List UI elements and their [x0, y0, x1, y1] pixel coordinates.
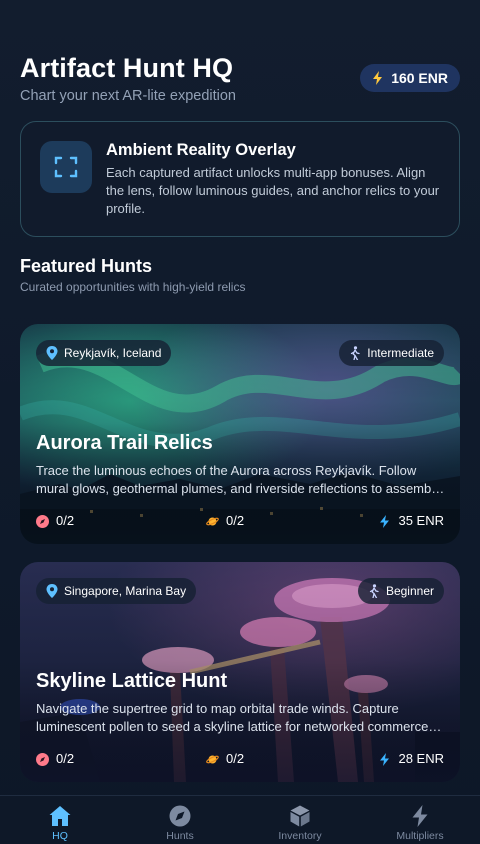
- compass-icon: [169, 805, 191, 827]
- overlay-card-title: Ambient Reality Overlay: [106, 141, 296, 159]
- nav-item-multipliers[interactable]: Multipliers: [360, 796, 480, 844]
- planet-icon: [206, 517, 219, 525]
- map-pin-icon: [46, 584, 58, 598]
- difficulty-label: Beginner: [385, 584, 434, 598]
- hunt-title: Aurora Trail Relics: [36, 432, 213, 454]
- compass-badge-icon: [36, 752, 49, 766]
- overlay-icon-tile: [40, 141, 92, 193]
- location-label: Reykjavík, Iceland: [64, 346, 162, 360]
- orbit-progress: 0/2: [206, 751, 244, 767]
- planet-icon: [206, 755, 219, 763]
- orbit-progress-value: 0/2: [226, 751, 245, 766]
- nav-item-label: Inventory: [278, 830, 322, 842]
- nav-item-label: Multipliers: [396, 830, 444, 842]
- hunt-description: Trace the luminous echoes of the Aurora …: [36, 463, 442, 496]
- nav-item-hunts[interactable]: Hunts: [120, 796, 240, 844]
- hiker-icon: [369, 584, 379, 598]
- featured-section-title: Featured Hunts: [20, 256, 153, 276]
- reward-amount: 35 ENR: [378, 513, 444, 529]
- hiker-icon: [351, 346, 360, 360]
- energy-balance-badge[interactable]: 160 ENR: [360, 64, 460, 92]
- relic-progress: 0/2: [36, 513, 74, 529]
- cube-icon: [290, 805, 310, 827]
- bolt-icon: [373, 71, 383, 85]
- orbit-progress-value: 0/2: [226, 513, 245, 528]
- featured-section-subtitle: Curated opportunities with high-yield re…: [20, 280, 246, 294]
- scan-frame-icon: [54, 156, 78, 178]
- header: Artifact Hunt HQ Chart your next AR-lite…: [20, 52, 460, 108]
- nav-item-label: HQ: [52, 830, 68, 842]
- difficulty-chip: Intermediate: [339, 340, 444, 366]
- difficulty-chip: Beginner: [357, 578, 444, 604]
- energy-balance-value: 160 ENR: [391, 70, 448, 86]
- relic-progress: 0/2: [36, 751, 74, 767]
- bolt-icon: [412, 805, 428, 827]
- hunt-description: Navigate the supertree grid to map orbit…: [36, 701, 429, 734]
- location-chip: Singapore, Marina Bay: [36, 578, 197, 604]
- location-label: Singapore, Marina Bay: [64, 584, 187, 598]
- map-pin-icon: [46, 346, 58, 360]
- bolt-icon: [380, 752, 390, 766]
- reward-amount: 28 ENR: [378, 751, 444, 767]
- orbit-progress: 0/2: [206, 513, 244, 529]
- bolt-icon: [380, 514, 390, 528]
- relic-progress-value: 0/2: [56, 751, 75, 766]
- reward-value: 35 ENR: [398, 513, 444, 528]
- relic-progress-value: 0/2: [56, 513, 75, 528]
- difficulty-label: Intermediate: [367, 346, 434, 360]
- bottom-nav: HQ Hunts Inventory Multipliers: [0, 795, 480, 844]
- location-chip: Reykjavík, Iceland: [36, 340, 172, 366]
- hq-screen: Artifact Hunt HQ Chart your next AR-lite…: [0, 0, 480, 844]
- nav-item-hq[interactable]: HQ: [0, 796, 120, 844]
- compass-badge-icon: [36, 514, 49, 528]
- hunt-title: Skyline Lattice Hunt: [36, 670, 228, 692]
- nav-item-label: Hunts: [166, 830, 194, 842]
- hunt-card-skyline[interactable]: Singapore, Marina Bay Beginner Skyline L…: [20, 562, 460, 782]
- reward-value: 28 ENR: [398, 751, 444, 766]
- ambient-overlay-card[interactable]: Ambient Reality Overlay Each captured ar…: [20, 121, 460, 237]
- nav-item-inventory[interactable]: Inventory: [240, 796, 360, 844]
- hunt-card-aurora[interactable]: Reykjavík, Iceland Intermediate Aurora T…: [20, 324, 460, 544]
- overlay-card-description: Each captured artifact unlocks multi-app…: [106, 165, 440, 216]
- home-icon: [49, 806, 71, 826]
